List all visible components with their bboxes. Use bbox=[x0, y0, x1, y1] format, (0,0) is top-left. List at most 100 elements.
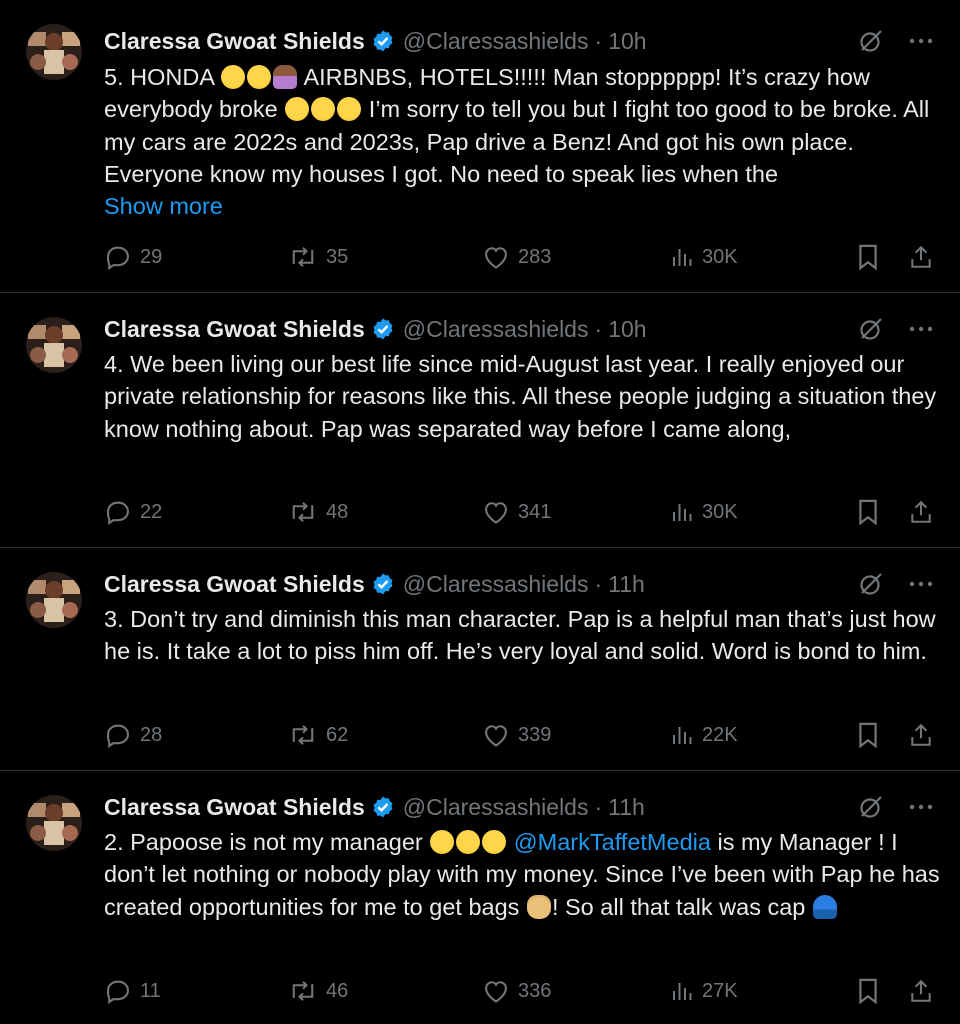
bookmark-button[interactable] bbox=[856, 976, 880, 1006]
separator-dot: · bbox=[594, 27, 603, 54]
grok-icon[interactable] bbox=[856, 569, 886, 599]
avatar[interactable] bbox=[26, 795, 82, 851]
author-name[interactable]: Claressa Gwoat Shields bbox=[104, 28, 365, 55]
avatar[interactable] bbox=[26, 572, 82, 628]
repost-button[interactable]: 35 bbox=[288, 242, 348, 272]
avatar[interactable] bbox=[26, 24, 82, 80]
reply-button[interactable]: 11 bbox=[104, 976, 161, 1006]
tweet-time[interactable]: 10h bbox=[608, 28, 646, 55]
repost-button[interactable]: 46 bbox=[288, 976, 348, 1006]
tweet-1[interactable]: Claressa Gwoat Shields @Claressashields … bbox=[0, 0, 960, 293]
repost-button[interactable]: 48 bbox=[288, 497, 348, 527]
rolling-laughing-emoji-icon bbox=[456, 830, 481, 854]
woman-facepalming-emoji-icon bbox=[273, 65, 298, 89]
tweet-time[interactable]: 11h bbox=[608, 571, 645, 598]
separator-dot: · bbox=[594, 570, 603, 597]
reply-count: 28 bbox=[140, 723, 163, 746]
more-icon[interactable] bbox=[906, 314, 936, 344]
tweet-text: 2. Papoose is not my manager @MarkTaffet… bbox=[104, 826, 940, 923]
reply-count: 29 bbox=[140, 245, 163, 268]
tweet-4[interactable]: Claressa Gwoat Shields @Claressashields … bbox=[0, 771, 960, 1024]
tweet-text: 5. HONDA AIRBNBS, HOTELS!!!!! Man stoppp… bbox=[104, 61, 940, 222]
author-handle[interactable]: @Claressashields bbox=[403, 794, 589, 821]
bookmark-button[interactable] bbox=[856, 720, 880, 750]
verified-badge-icon bbox=[371, 317, 395, 341]
mention-link[interactable]: @MarkTaffetMedia bbox=[514, 829, 711, 855]
tweet-header: Claressa Gwoat Shields @Claressashields … bbox=[104, 792, 960, 822]
more-icon[interactable] bbox=[906, 26, 936, 56]
share-button[interactable] bbox=[908, 720, 934, 750]
reply-button[interactable]: 28 bbox=[104, 720, 162, 750]
reply-count: 11 bbox=[140, 979, 161, 1002]
repost-count: 35 bbox=[326, 245, 349, 268]
tweet-header: Claressa Gwoat Shields @Claressashields … bbox=[104, 569, 960, 599]
separator-dot: · bbox=[594, 793, 603, 820]
rolling-laughing-emoji-icon bbox=[311, 97, 336, 122]
reply-button[interactable]: 22 bbox=[104, 497, 162, 527]
reply-count: 22 bbox=[140, 500, 163, 523]
share-button[interactable] bbox=[908, 976, 934, 1006]
author-name[interactable]: Claressa Gwoat Shields bbox=[104, 571, 365, 598]
like-count: 339 bbox=[518, 723, 552, 746]
like-button[interactable]: 336 bbox=[482, 976, 551, 1006]
tears-of-joy-emoji-icon bbox=[247, 65, 272, 89]
author-name[interactable]: Claressa Gwoat Shields bbox=[104, 794, 365, 821]
tweet-time[interactable]: 11h bbox=[608, 794, 645, 821]
separator-dot: · bbox=[594, 315, 603, 342]
tweet-header: Claressa Gwoat Shields @Claressashields … bbox=[104, 314, 960, 344]
grok-icon[interactable] bbox=[856, 26, 886, 56]
bookmark-button[interactable] bbox=[856, 242, 880, 272]
rolling-laughing-emoji-icon bbox=[482, 830, 507, 854]
author-name[interactable]: Claressa Gwoat Shields bbox=[104, 316, 365, 343]
billed-cap-emoji-icon bbox=[812, 894, 837, 919]
view-count: 30K bbox=[702, 245, 738, 268]
bookmark-button[interactable] bbox=[856, 497, 880, 527]
like-button[interactable]: 341 bbox=[482, 497, 551, 527]
share-button[interactable] bbox=[908, 242, 934, 272]
view-count: 27K bbox=[702, 979, 738, 1002]
money-bag-emoji-icon bbox=[526, 894, 551, 919]
like-count: 283 bbox=[518, 245, 552, 268]
rolling-laughing-emoji-icon bbox=[285, 97, 310, 122]
tweet-text-part: 2. Papoose is not my manager bbox=[104, 829, 430, 855]
repost-button[interactable]: 62 bbox=[288, 720, 348, 750]
repost-count: 46 bbox=[326, 979, 349, 1002]
verified-badge-icon bbox=[371, 795, 395, 819]
verified-badge-icon bbox=[371, 572, 395, 596]
more-icon[interactable] bbox=[906, 569, 936, 599]
avatar[interactable] bbox=[26, 317, 82, 373]
like-button[interactable]: 339 bbox=[482, 720, 551, 750]
repost-count: 62 bbox=[326, 723, 349, 746]
more-icon[interactable] bbox=[906, 792, 936, 822]
repost-count: 48 bbox=[326, 500, 349, 523]
tweet-text-part: ! So all that talk was cap bbox=[551, 893, 806, 920]
author-handle[interactable]: @Claressashields bbox=[403, 28, 589, 55]
rolling-laughing-emoji-icon bbox=[337, 97, 362, 122]
like-button[interactable]: 283 bbox=[482, 242, 551, 272]
tears-of-joy-emoji-icon bbox=[221, 65, 246, 89]
author-handle[interactable]: @Claressashields bbox=[403, 571, 589, 598]
like-count: 341 bbox=[518, 500, 552, 523]
views-button[interactable]: 27K bbox=[670, 976, 738, 1006]
view-count: 30K bbox=[702, 500, 738, 523]
views-button[interactable]: 22K bbox=[670, 720, 738, 750]
tweet-text-part: 5. HONDA bbox=[104, 64, 221, 90]
like-count: 336 bbox=[518, 979, 552, 1002]
tweet-text: 3. Don’t try and diminish this man chara… bbox=[104, 606, 936, 665]
views-button[interactable]: 30K bbox=[670, 497, 738, 527]
author-handle[interactable]: @Claressashields bbox=[403, 316, 589, 343]
tweet-text: 4. We been living our best life since mi… bbox=[104, 351, 937, 442]
view-count: 22K bbox=[702, 723, 738, 746]
tweet-header: Claressa Gwoat Shields @Claressashields … bbox=[104, 26, 960, 56]
grok-icon[interactable] bbox=[856, 792, 886, 822]
grok-icon[interactable] bbox=[856, 314, 886, 344]
views-button[interactable]: 30K bbox=[670, 242, 738, 272]
show-more-link[interactable]: Show more bbox=[104, 193, 223, 219]
rolling-laughing-emoji-icon bbox=[430, 830, 455, 854]
share-button[interactable] bbox=[908, 497, 934, 527]
tweet-2[interactable]: Claressa Gwoat Shields @Claressashields … bbox=[0, 293, 960, 548]
tweet-3[interactable]: Claressa Gwoat Shields @Claressashields … bbox=[0, 548, 960, 771]
verified-badge-icon bbox=[371, 29, 395, 53]
tweet-time[interactable]: 10h bbox=[608, 316, 646, 343]
reply-button[interactable]: 29 bbox=[104, 242, 162, 272]
